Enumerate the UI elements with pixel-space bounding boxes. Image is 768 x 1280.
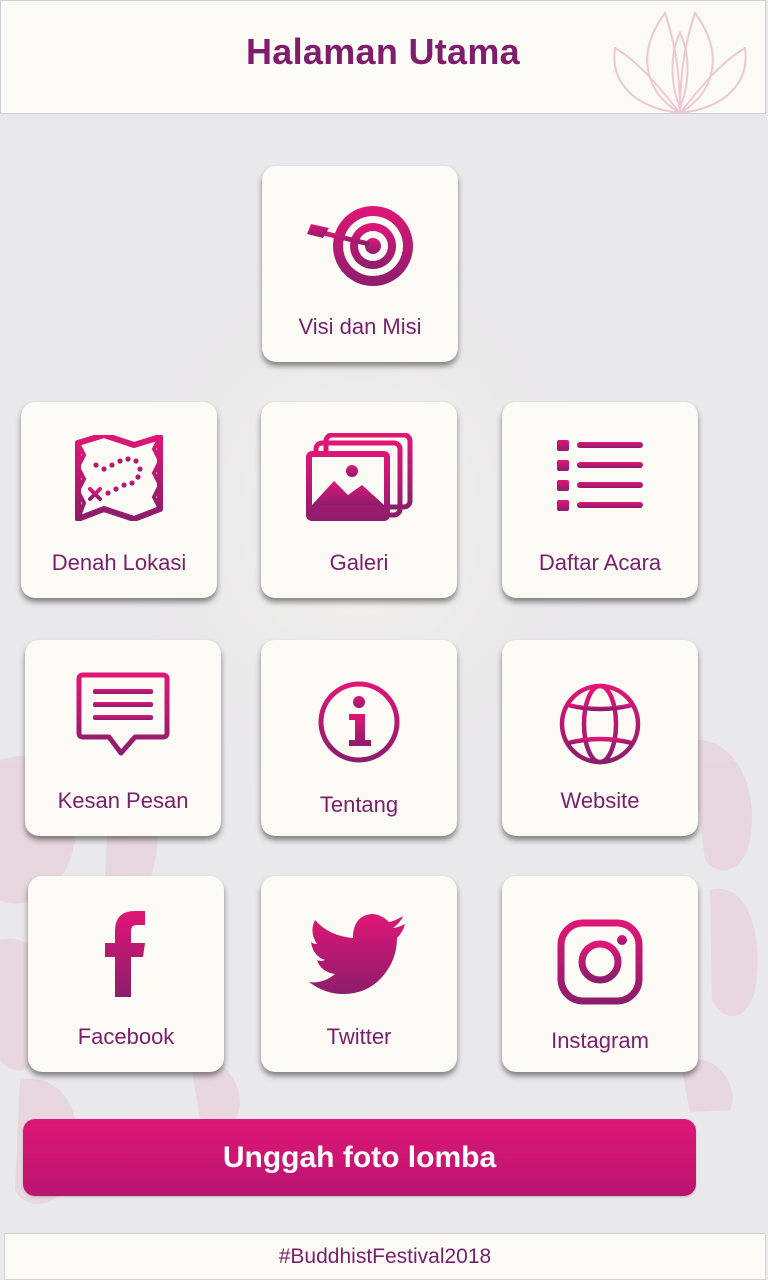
facebook-icon xyxy=(105,911,145,997)
menu-kesan-pesan[interactable]: Kesan Pesan xyxy=(25,640,221,836)
menu-label: Visi dan Misi xyxy=(298,314,422,339)
menu-label: Kesan Pesan xyxy=(57,788,189,813)
menu-visi-misi[interactable]: Visi dan Misi xyxy=(262,166,458,362)
menu-label: Website xyxy=(560,788,640,813)
menu-instagram[interactable]: Instagram xyxy=(502,876,698,1072)
message-icon xyxy=(76,672,170,756)
menu-label: Tentang xyxy=(319,792,399,817)
twitter-icon xyxy=(309,914,405,994)
app-header: Halaman Utama xyxy=(0,0,766,114)
list-icon xyxy=(557,440,643,511)
hashtag-text: #BuddhistFestival2018 xyxy=(278,1244,492,1268)
menu-label: Galeri xyxy=(329,550,389,575)
map-icon xyxy=(75,435,163,521)
globe-icon xyxy=(559,683,641,765)
target-icon xyxy=(307,206,413,286)
info-icon xyxy=(318,681,400,763)
upload-photo-button[interactable]: Unggah foto lomba xyxy=(23,1119,696,1196)
menu-label: Facebook xyxy=(77,1024,175,1049)
footer-hashtag: #BuddhistFestival2018 xyxy=(4,1233,766,1280)
menu-facebook[interactable]: Facebook xyxy=(28,876,224,1072)
menu-galeri[interactable]: Galeri xyxy=(261,402,457,598)
menu-tentang[interactable]: Tentang xyxy=(261,640,457,836)
menu-label: Denah Lokasi xyxy=(51,550,187,575)
menu-daftar-acara[interactable]: Daftar Acara xyxy=(502,402,698,598)
menu-label: Twitter xyxy=(326,1024,392,1049)
menu-label: Instagram xyxy=(551,1028,649,1053)
instagram-icon xyxy=(557,919,643,1005)
menu-website[interactable]: Website xyxy=(502,640,698,836)
menu-denah-lokasi[interactable]: Denah Lokasi xyxy=(21,402,217,598)
menu-label: Daftar Acara xyxy=(538,550,662,575)
page-title: Halaman Utama xyxy=(245,31,520,72)
menu-twitter[interactable]: Twitter xyxy=(261,876,457,1072)
gallery-icon xyxy=(306,433,413,521)
